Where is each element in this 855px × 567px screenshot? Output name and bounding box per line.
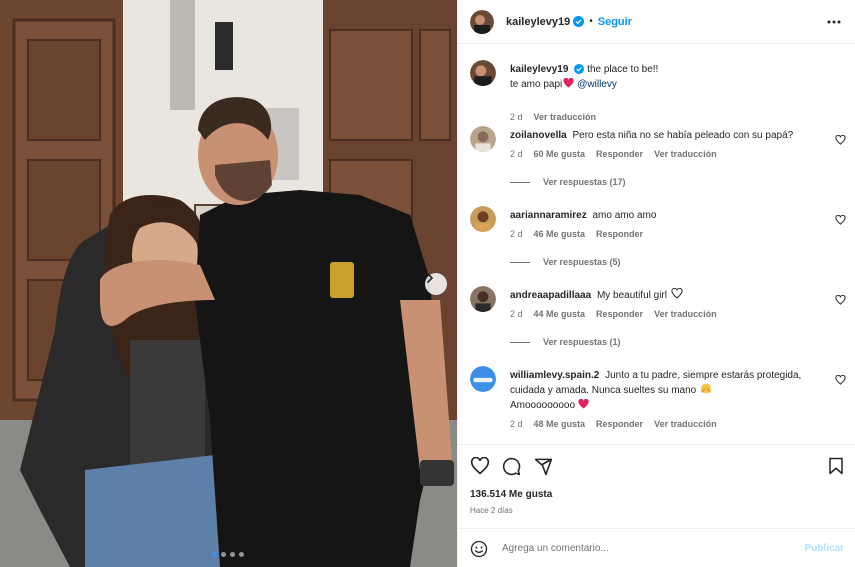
comment-item: zoilanovella Pero esta niña no se había … xyxy=(470,126,846,196)
comment-icon[interactable] xyxy=(502,457,521,476)
carousel-indicator xyxy=(212,552,244,557)
caption-mention-link[interactable]: @willevy xyxy=(577,79,617,90)
view-replies-button[interactable]: Ver respuestas (1) xyxy=(510,337,621,347)
comment-body-line-2: Amooooooooo xyxy=(510,400,576,411)
carousel-dot xyxy=(212,552,217,557)
red-heart-emoji-icon xyxy=(563,77,574,88)
comment-composer: Publicar xyxy=(458,528,855,567)
comment-meta: 2 d 48 Me gusta Responder Ver traducción xyxy=(510,419,717,429)
view-replies-label: Ver respuestas (5) xyxy=(543,257,621,267)
commenter-avatar[interactable] xyxy=(470,366,496,392)
comment-body: My beautiful girl xyxy=(596,290,667,301)
caption-line-1: the place to be!! xyxy=(587,64,659,75)
author-avatar[interactable] xyxy=(470,9,494,34)
caption-time: 2 d xyxy=(510,112,523,122)
commenter-avatar[interactable] xyxy=(470,206,496,232)
post-comment-button[interactable]: Publicar xyxy=(805,543,844,554)
carousel-dot xyxy=(239,552,244,557)
comment-time: 2 d xyxy=(510,149,523,159)
white-heart-emoji-icon xyxy=(671,287,683,299)
comment-meta: 2 d 60 Me gusta Responder Ver traducción xyxy=(510,149,717,159)
reply-button[interactable]: Responder xyxy=(596,419,643,429)
translate-link[interactable]: Ver traducción xyxy=(654,149,717,159)
comment-likes[interactable]: 48 Me gusta xyxy=(534,419,586,429)
replies-divider xyxy=(510,181,530,183)
comments-list[interactable]: kaileylevy19 the place to be!! te amo pa… xyxy=(458,44,855,444)
verified-badge-icon xyxy=(573,16,585,27)
reply-button[interactable]: Responder xyxy=(596,229,643,239)
photo-illustration xyxy=(0,0,457,567)
caption-meta: 2 d Ver traducción xyxy=(510,112,596,122)
carousel-dot xyxy=(230,552,235,557)
view-replies-label: Ver respuestas (1) xyxy=(543,337,621,347)
post-timestamp: Hace 2 días xyxy=(470,506,513,515)
comment-text: williamlevy.spain.2 Junto a tu padre, si… xyxy=(510,368,830,413)
post-caption: kaileylevy19 the place to be!! te amo pa… xyxy=(470,60,846,122)
likes-count[interactable]: 136.514 Me gusta xyxy=(470,489,552,500)
commenter-avatar[interactable] xyxy=(470,126,496,152)
caption-line-2: te amo papi xyxy=(510,79,563,90)
comment-text: aariannaramirez amo amo amo xyxy=(510,208,830,223)
post-header: kaileylevy19 • Seguir xyxy=(458,0,855,44)
view-replies-button[interactable]: Ver respuestas (17) xyxy=(510,177,626,187)
comment-text: andreaapadillaaa My beautiful girl xyxy=(510,287,830,303)
comment-username[interactable]: zoilanovella xyxy=(510,130,567,141)
comment-body: Pero esta niña no se había peleado con s… xyxy=(572,130,794,141)
comment-meta: 2 d 44 Me gusta Responder Ver traducción xyxy=(510,309,717,319)
post-photo[interactable] xyxy=(0,0,457,567)
hugging-hands-emoji-icon xyxy=(701,383,712,394)
post-actions-bar xyxy=(458,444,855,487)
like-comment-heart-icon[interactable] xyxy=(835,135,846,145)
translate-link[interactable]: Ver traducción xyxy=(534,112,597,122)
translate-link[interactable]: Ver traducción xyxy=(654,309,717,319)
follow-button[interactable]: Seguir xyxy=(598,16,632,28)
commenter-avatar[interactable] xyxy=(470,286,496,312)
comment-body: amo amo amo xyxy=(592,210,657,221)
reply-button[interactable]: Responder xyxy=(596,309,643,319)
comment-time: 2 d xyxy=(510,419,523,429)
verified-badge-icon xyxy=(574,64,585,75)
reply-button[interactable]: Responder xyxy=(596,149,643,159)
comment-username[interactable]: andreaapadillaaa xyxy=(510,290,591,301)
caption-username[interactable]: kaileylevy19 xyxy=(510,64,568,75)
like-comment-heart-icon[interactable] xyxy=(835,295,846,305)
comment-item: aariannaramirez amo amo amo 2 d 46 Me gu… xyxy=(470,206,846,276)
post-detail-panel: kaileylevy19 • Seguir kaileylevy19 the p… xyxy=(457,0,855,567)
heart-icon[interactable] xyxy=(470,457,490,475)
view-replies-button[interactable]: Ver respuestas (5) xyxy=(510,257,621,267)
comment-item: andreaapadillaaa My beautiful girl 2 d 4… xyxy=(470,286,846,356)
replies-divider xyxy=(510,261,530,263)
comment-time: 2 d xyxy=(510,229,523,239)
comment-likes[interactable]: 46 Me gusta xyxy=(534,229,586,239)
share-icon[interactable] xyxy=(534,457,553,476)
comment-username[interactable]: aariannaramirez xyxy=(510,210,587,221)
next-photo-button[interactable] xyxy=(425,273,447,295)
chevron-right-icon xyxy=(427,273,433,283)
more-options-icon[interactable] xyxy=(827,15,841,29)
comment-likes[interactable]: 60 Me gusta xyxy=(534,149,586,159)
carousel-dot xyxy=(221,552,226,557)
separator-dot: • xyxy=(589,16,593,27)
comment-meta: 2 d 46 Me gusta Responder xyxy=(510,229,643,239)
comment-item: williamlevy.spain.2 Junto a tu padre, si… xyxy=(470,366,846,436)
author-username[interactable]: kaileylevy19 xyxy=(506,16,570,28)
save-icon[interactable] xyxy=(828,457,844,475)
like-comment-heart-icon[interactable] xyxy=(835,215,846,225)
emoji-icon[interactable] xyxy=(470,540,488,558)
comment-username[interactable]: williamlevy.spain.2 xyxy=(510,370,599,381)
caption-text: kaileylevy19 the place to be!! te amo pa… xyxy=(510,62,830,92)
like-comment-heart-icon[interactable] xyxy=(835,375,846,385)
red-heart-emoji-icon xyxy=(578,398,589,409)
author-avatar[interactable] xyxy=(470,60,496,86)
comment-text: zoilanovella Pero esta niña no se había … xyxy=(510,128,830,143)
view-replies-label: Ver respuestas (17) xyxy=(543,177,626,187)
translate-link[interactable]: Ver traducción xyxy=(654,419,717,429)
comment-time: 2 d xyxy=(510,309,523,319)
comment-likes[interactable]: 44 Me gusta xyxy=(534,309,586,319)
replies-divider xyxy=(510,341,530,343)
comment-input[interactable] xyxy=(502,538,792,558)
